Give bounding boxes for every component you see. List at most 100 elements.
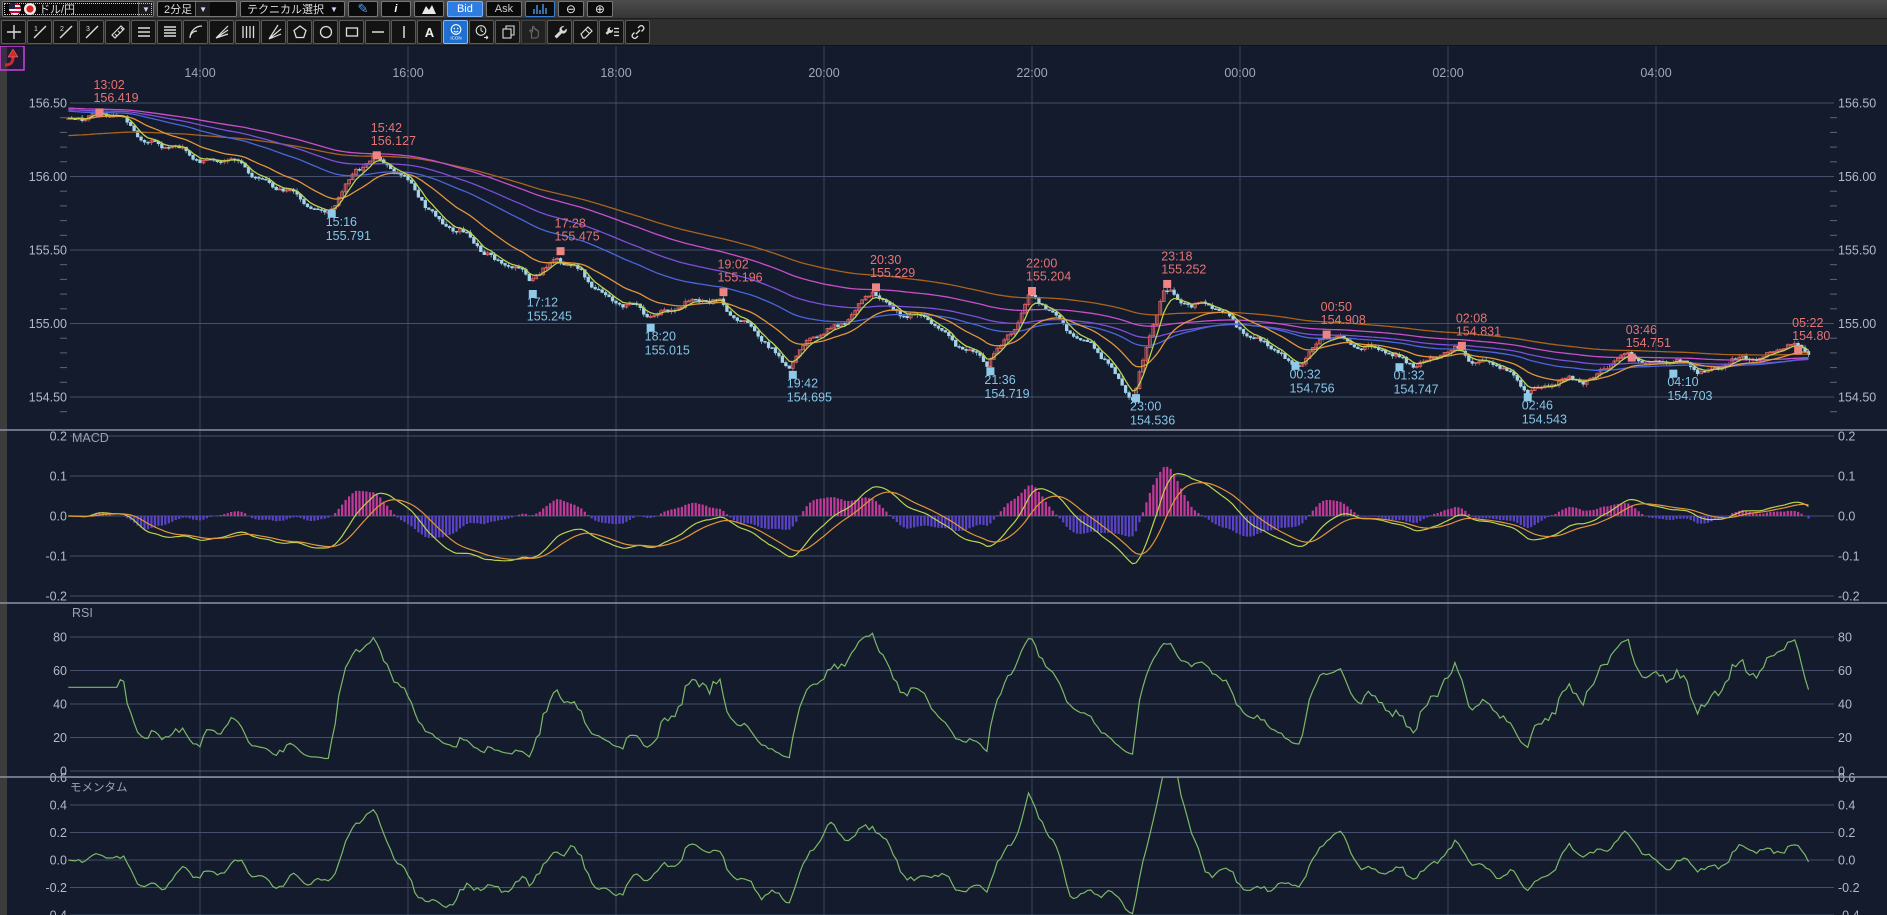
- technical-select-button[interactable]: テクニカル選択 ▼: [240, 1, 345, 17]
- tool-parallel-lines-4[interactable]: [157, 20, 182, 44]
- swing-marker: [1163, 280, 1171, 288]
- tool-pan-hand[interactable]: [521, 20, 546, 44]
- area-chart-button[interactable]: [414, 1, 444, 17]
- ask-toggle-button[interactable]: Ask: [486, 1, 522, 17]
- tool-parallel-lines-3[interactable]: [131, 20, 156, 44]
- chevron-down-icon[interactable]: ▼: [195, 2, 210, 16]
- tool-settings-list[interactable]: [599, 20, 624, 44]
- tool-vertical-lines[interactable]: [235, 20, 260, 44]
- draw-pencil-button[interactable]: ✎: [348, 1, 378, 17]
- y-axis-label: -0.2: [1838, 590, 1860, 604]
- swing-time-label: 05:22: [1792, 316, 1823, 330]
- drawing-toolbar: 1 2 3 A ICON: [0, 18, 1887, 46]
- tool-pentagon[interactable]: [287, 20, 312, 44]
- timeframe-selector[interactable]: 2分足 ▼: [157, 1, 237, 17]
- swing-marker: [719, 288, 727, 296]
- y-axis-label: 156.00: [29, 170, 67, 184]
- tool-eraser[interactable]: [573, 20, 598, 44]
- ma-5: [68, 114, 1808, 391]
- rectangle-icon: [343, 23, 361, 41]
- tool-wrench[interactable]: [547, 20, 572, 44]
- swing-time-label: 23:18: [1161, 249, 1192, 263]
- swing-price-label: 154.756: [1289, 381, 1334, 395]
- swing-marker: [557, 247, 565, 255]
- currency-pair-selector[interactable]: ドル/円 ▼: [2, 1, 154, 17]
- y-axis-label: -0.4: [1838, 909, 1860, 915]
- rsi-panel-title: RSI: [72, 606, 93, 620]
- rsi-panel: [68, 633, 1808, 758]
- chevron-down-icon: ▼: [330, 5, 338, 14]
- y-axis-label: 0.4: [1838, 799, 1855, 813]
- zoom-out-button[interactable]: ⊖: [558, 1, 584, 17]
- time-axis-label: 22:00: [1016, 66, 1047, 80]
- tool-fan-lines[interactable]: [209, 20, 234, 44]
- y-axis-label: -0.4: [45, 909, 67, 915]
- y-axis-label: 154.50: [29, 391, 67, 405]
- y-axis-label: 0.2: [50, 826, 67, 840]
- zoom-in-icon: ⊕: [595, 2, 605, 16]
- crosshair-icon: [5, 23, 23, 41]
- y-axis-label: 156.50: [1838, 97, 1876, 111]
- y-axis-label: 0.0: [1838, 510, 1855, 524]
- wrench-icon: [551, 23, 569, 41]
- swing-price-label: 155.475: [555, 230, 600, 244]
- tool-rectangle[interactable]: [339, 20, 364, 44]
- eraser-icon: [577, 23, 595, 41]
- swing-price-label: 154.831: [1456, 324, 1501, 338]
- y-axis-label: -0.2: [45, 881, 67, 895]
- tool-horizontal-line[interactable]: [365, 20, 390, 44]
- swing-time-label: 02:46: [1522, 399, 1553, 413]
- tool-ellipse[interactable]: [313, 20, 338, 44]
- y-axis-label: 0.2: [50, 430, 67, 444]
- svg-text:1: 1: [34, 26, 38, 33]
- tool-text[interactable]: A: [417, 20, 442, 44]
- swing-price-label: 154.719: [984, 387, 1029, 401]
- swing-marker: [373, 151, 381, 159]
- tool-link[interactable]: [625, 20, 650, 44]
- swing-marker: [1794, 346, 1802, 354]
- swing-time-label: 15:16: [326, 215, 357, 229]
- tool-fibonacci-arc[interactable]: [183, 20, 208, 44]
- macd-panel: [68, 467, 1809, 564]
- tool-trendline-1[interactable]: 1: [27, 20, 52, 44]
- tool-trendline-3[interactable]: 3: [79, 20, 104, 44]
- trendline-3-icon: 3: [83, 23, 101, 41]
- time-axis-label: 04:00: [1640, 66, 1671, 80]
- up-arrow-stamp[interactable]: [0, 46, 24, 70]
- tick-chart-button[interactable]: [525, 1, 555, 17]
- chart-area[interactable]: 14:0016:0018:0020:0022:0000:0002:0004:00…: [0, 46, 1887, 915]
- tool-copy[interactable]: [495, 20, 520, 44]
- chevron-down-icon[interactable]: ▼: [138, 2, 153, 16]
- tool-crosshair[interactable]: [1, 20, 26, 44]
- bid-toggle-button[interactable]: Bid: [447, 1, 483, 17]
- parallel-lines-3-icon: [135, 23, 153, 41]
- info-button[interactable]: i: [381, 1, 411, 17]
- swing-marker: [1628, 354, 1636, 362]
- timeframe-value: 2分足: [164, 1, 192, 17]
- y-axis-label: 0.2: [1838, 826, 1855, 840]
- swing-time-label: 17:28: [555, 217, 586, 231]
- y-axis-label: 154.50: [1838, 391, 1876, 405]
- y-axis-label: 155.50: [1838, 244, 1876, 258]
- price-panel: [67, 108, 1810, 403]
- tool-time-marker[interactable]: [469, 20, 494, 44]
- tool-icon-stamp[interactable]: ICON: [443, 20, 468, 44]
- y-axis-label: -0.1: [45, 550, 67, 564]
- time-axis-label: 18:00: [600, 66, 631, 80]
- tool-trendline-2[interactable]: 2: [53, 20, 78, 44]
- swing-time-label: 04:10: [1667, 375, 1698, 389]
- y-axis-label: -0.1: [1838, 550, 1860, 564]
- momentum-panel: [68, 760, 1808, 914]
- text-tool-icon: A: [425, 25, 434, 40]
- tool-angle-fan[interactable]: [261, 20, 286, 44]
- angle-fan-icon: [265, 23, 283, 41]
- swing-price-label: 154.747: [1393, 383, 1438, 397]
- tool-ruler[interactable]: [105, 20, 130, 44]
- swing-time-label: 19:42: [787, 376, 818, 390]
- fibonacci-arc-icon: [187, 23, 205, 41]
- y-axis-label: 0.2: [1838, 430, 1855, 444]
- swing-marker: [1028, 287, 1036, 295]
- tool-vertical-line[interactable]: [391, 20, 416, 44]
- zoom-in-button[interactable]: ⊕: [587, 1, 613, 17]
- price-indicator-chart[interactable]: 14:0016:0018:0020:0022:0000:0002:0004:00…: [0, 46, 1887, 915]
